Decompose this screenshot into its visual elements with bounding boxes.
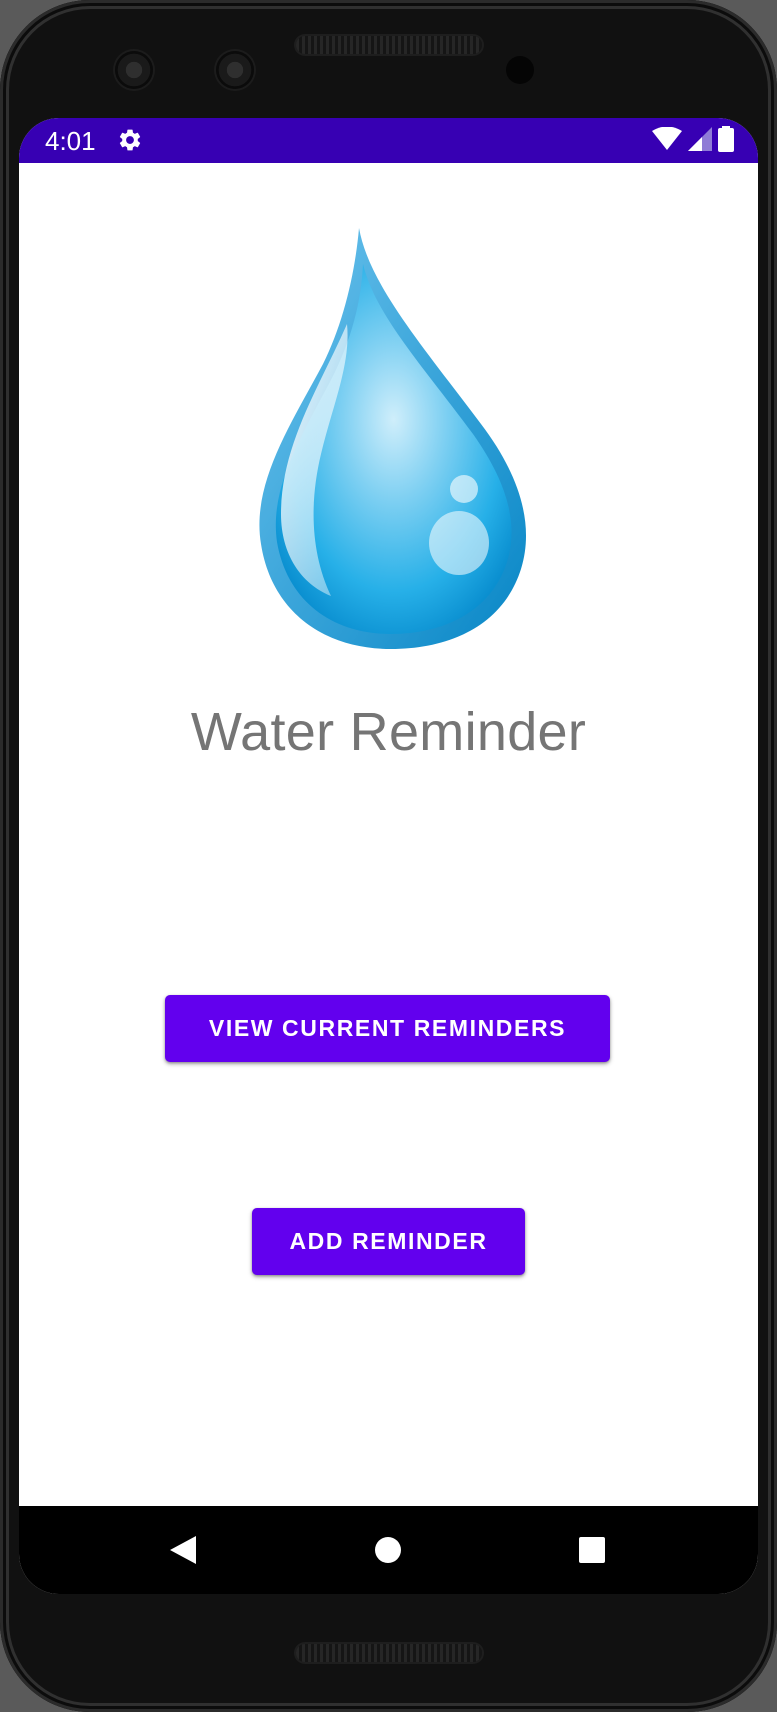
front-camera-right: [216, 51, 254, 89]
navigation-bar: [19, 1506, 758, 1594]
front-camera-left: [115, 51, 153, 89]
main-content: Water Reminder VIEW CURRENT REMINDERS AD…: [19, 163, 758, 1506]
phone-frame: 4:01 Water Reminder VIEW CURRENT REMINDE…: [0, 0, 777, 1712]
water-drop-icon: [251, 224, 531, 649]
status-time: 4:01: [45, 126, 96, 156]
view-current-reminders-button[interactable]: VIEW CURRENT REMINDERS: [165, 995, 610, 1062]
status-icons: [652, 125, 734, 157]
status-bar: 4:01: [19, 118, 758, 163]
cellular-signal-icon: [688, 126, 712, 156]
gear-icon: [117, 127, 143, 153]
back-icon[interactable]: [165, 1532, 201, 1568]
wifi-icon: [652, 126, 682, 156]
home-icon[interactable]: [370, 1532, 406, 1568]
bottom-speaker: [296, 1644, 482, 1662]
earpiece-speaker: [296, 36, 482, 54]
app-title: Water Reminder: [190, 702, 587, 762]
recents-icon[interactable]: [574, 1532, 610, 1568]
proximity-sensor: [506, 56, 534, 84]
add-reminder-button[interactable]: ADD REMINDER: [252, 1208, 525, 1275]
device-screen: 4:01 Water Reminder VIEW CURRENT REMINDE…: [19, 118, 758, 1594]
battery-icon: [718, 125, 734, 157]
